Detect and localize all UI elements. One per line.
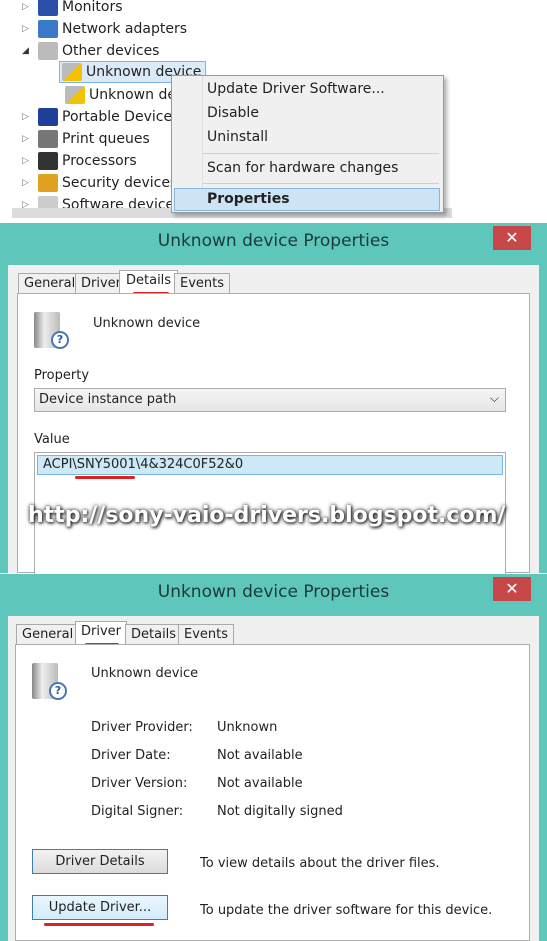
expand-icon[interactable]: ▷ <box>22 2 34 12</box>
warning-device-icon <box>65 86 85 104</box>
dialog-body: General Driver Details Events ? Unknown … <box>8 616 539 941</box>
tree-item-label: Other devices <box>62 43 160 59</box>
expand-icon[interactable]: ▷ <box>22 134 34 144</box>
tree-item-label: Network adapters <box>62 21 187 37</box>
menu-separator <box>203 153 439 154</box>
tree-item-label: Portable Devices <box>62 109 180 125</box>
key-icon <box>38 174 58 192</box>
tree-item-other-devices[interactable]: ◢ Other devices <box>22 40 159 62</box>
driver-version-label: Driver Version: <box>91 776 188 791</box>
tree-item-portable-devices[interactable]: ▷ Portable Devices <box>22 106 179 128</box>
printer-icon <box>38 130 58 148</box>
context-menu: Update Driver Software... Disable Uninst… <box>171 75 444 213</box>
close-button[interactable]: ✕ <box>493 226 531 250</box>
device-name: Unknown device <box>93 316 201 331</box>
update-driver-description: To update the driver software for this d… <box>200 903 493 918</box>
tree-item-label: Print queues <box>62 131 150 147</box>
tree-item-label: Security devices <box>62 175 178 191</box>
property-label: Property <box>34 368 90 383</box>
tree-item-label: Monitors <box>62 0 123 15</box>
property-dropdown[interactable]: Device instance path ⌵ <box>34 388 506 412</box>
close-button[interactable]: ✕ <box>493 577 531 601</box>
tab-general[interactable]: General <box>16 624 80 645</box>
network-icon <box>38 20 58 38</box>
monitor-icon <box>38 0 58 16</box>
menu-item-properties[interactable]: Properties <box>174 188 440 211</box>
expand-icon[interactable]: ▷ <box>22 24 34 34</box>
tree-item-security-devices[interactable]: ▷ Security devices <box>22 172 177 194</box>
expand-icon[interactable]: ▷ <box>22 156 34 166</box>
driver-provider-value: Unknown <box>217 720 278 735</box>
tree-item-label: Processors <box>62 153 137 169</box>
driver-date-label: Driver Date: <box>91 748 171 763</box>
unknown-device-icon <box>38 42 58 60</box>
driver-details-description: To view details about the driver files. <box>200 856 440 871</box>
tab-details[interactable]: Details <box>125 624 183 645</box>
driver-provider-label: Driver Provider: <box>91 720 193 735</box>
digital-signer-value: Not digitally signed <box>217 804 343 819</box>
chevron-down-icon: ⌵ <box>489 391 499 405</box>
tree-item-monitors[interactable]: ▷ Monitors <box>22 0 123 18</box>
tab-panel: ? Unknown device Driver Provider: Unknow… <box>15 644 530 941</box>
update-driver-button[interactable]: Update Driver... <box>32 895 168 920</box>
tree-item-network-adapters[interactable]: ▷ Network adapters <box>22 18 187 40</box>
processor-icon <box>38 152 58 170</box>
menu-item-scan[interactable]: Scan for hardware changes <box>207 160 398 176</box>
tree-item-processors[interactable]: ▷ Processors <box>22 150 137 172</box>
value-suffix: 4&324C0F52&0 <box>140 457 244 472</box>
menu-item-update-driver[interactable]: Update Driver Software... <box>207 81 385 97</box>
driver-date-value: Not available <box>217 748 303 763</box>
property-selected-value: Device instance path <box>39 392 177 407</box>
device-name: Unknown device <box>91 666 199 681</box>
value-label: Value <box>34 432 70 447</box>
menu-separator <box>203 183 439 184</box>
watermark-text: http://sony-vaio-drivers.blogspot.com/ <box>28 503 506 528</box>
menu-item-uninstall[interactable]: Uninstall <box>207 129 268 145</box>
properties-dialog-driver: Unknown device Properties ✕ General Driv… <box>0 574 547 941</box>
value-item[interactable]: ACPI\SNY5001\4&324C0F52&0 <box>37 455 503 475</box>
tab-driver[interactable]: Driver <box>75 621 128 645</box>
portable-device-icon <box>38 108 58 126</box>
expand-icon[interactable]: ▷ <box>22 178 34 188</box>
tab-events[interactable]: Events <box>178 624 235 645</box>
question-icon: ? <box>51 331 69 349</box>
dialog-title: Unknown device Properties <box>157 231 390 251</box>
dialog-title: Unknown device Properties <box>157 582 390 602</box>
value-highlight: SNY5001\ <box>76 457 141 472</box>
red-underline <box>44 923 154 926</box>
menu-item-disable[interactable]: Disable <box>207 105 259 121</box>
driver-details-button[interactable]: Driver Details <box>32 849 168 874</box>
tab-details[interactable]: Details <box>119 270 179 294</box>
warning-device-icon <box>62 63 82 81</box>
tab-events[interactable]: Events <box>174 273 231 294</box>
tab-general[interactable]: General <box>18 273 82 294</box>
collapse-icon[interactable]: ◢ <box>22 46 34 56</box>
tab-panel: ? Unknown device Property Device instanc… <box>17 293 530 582</box>
menu-item-label: Properties <box>207 191 290 207</box>
value-prefix: ACPI\ <box>43 457 77 472</box>
digital-signer-label: Digital Signer: <box>91 804 184 819</box>
driver-version-value: Not available <box>217 776 303 791</box>
question-icon: ? <box>49 682 67 700</box>
expand-icon[interactable]: ▷ <box>22 112 34 122</box>
tree-item-print-queues[interactable]: ▷ Print queues <box>22 128 150 150</box>
red-underline <box>75 476 135 479</box>
